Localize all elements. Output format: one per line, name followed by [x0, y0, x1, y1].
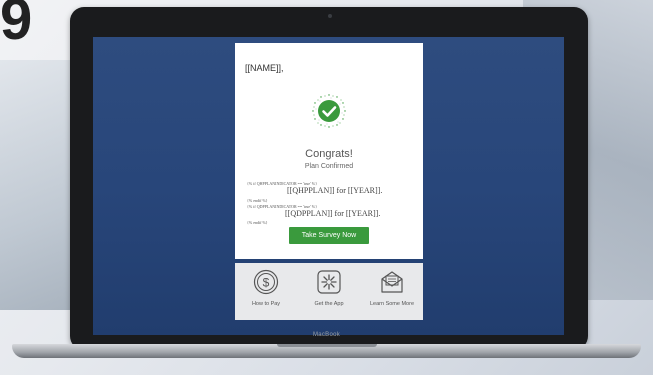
how-to-pay-link[interactable]: $ How to Pay	[235, 269, 297, 307]
app-logo-icon	[317, 270, 341, 294]
get-the-app-label: Get the App	[314, 301, 344, 307]
template-endif-2: {% endif %}	[247, 220, 268, 225]
take-survey-button[interactable]: Take Survey Now	[289, 227, 369, 244]
learn-some-more-link[interactable]: Learn Some More	[361, 269, 423, 307]
laptop-notch	[277, 344, 377, 347]
envelope-icon	[381, 271, 403, 293]
laptop-brand-label: MacBook	[312, 332, 341, 338]
learn-some-more-label: Learn Some More	[369, 301, 415, 307]
how-to-pay-label: How to Pay	[251, 301, 281, 307]
congrats-title: Congrats!	[305, 148, 353, 160]
svg-text:$: $	[263, 276, 270, 290]
get-the-app-link[interactable]: Get the App	[298, 269, 360, 307]
laptop-base	[12, 344, 641, 358]
checkmark-icon	[312, 94, 346, 128]
webcam-icon	[328, 14, 332, 18]
footer-links: $ How to Pay Get the App Learn Some More	[235, 263, 423, 320]
laptop-lid: [[NAME]], Congrats! Plan Confirmed {% if…	[70, 7, 588, 350]
greeting: [[NAME]],	[245, 63, 284, 73]
template-qdp-line: [[QDPPLAN]] for [[YEAR]].	[285, 209, 381, 218]
template-endif-1: {% endif %}	[247, 198, 268, 203]
plan-confirmed-subtitle: Plan Confirmed	[304, 163, 354, 170]
dollar-coin-icon: $	[253, 269, 279, 295]
email-card: [[NAME]], Congrats! Plan Confirmed {% if…	[235, 43, 423, 259]
hero-number: 9	[0, 0, 33, 52]
template-qhp-line: [[QHPPLAN]] for [[YEAR]].	[287, 186, 383, 195]
laptop-screen: [[NAME]], Congrats! Plan Confirmed {% if…	[93, 37, 564, 335]
